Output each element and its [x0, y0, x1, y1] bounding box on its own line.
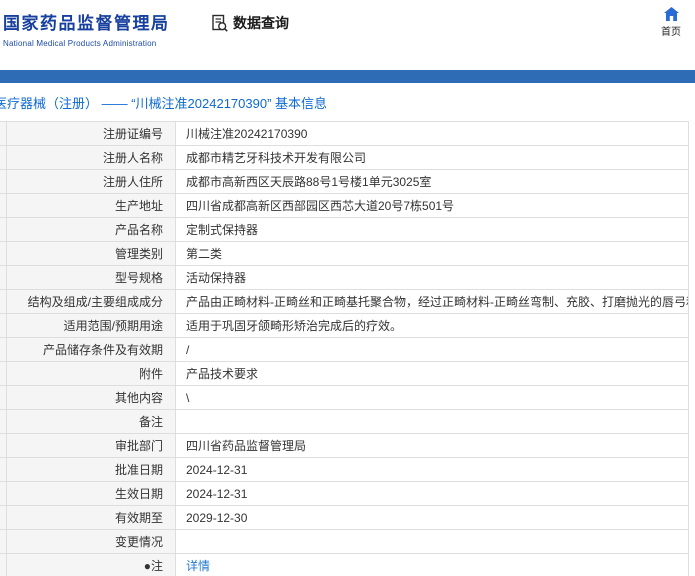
data-query-label: 数据查询 — [233, 15, 289, 31]
row-value: / — [175, 337, 689, 362]
site-logo: 国家药品监督管理局 National Medical Products Admi… — [3, 9, 170, 48]
row-value: 成都市精艺牙科技术开发有限公司 — [175, 145, 689, 170]
row-label: 注册人名称 — [6, 145, 176, 170]
row-label: 产品储存条件及有效期 — [6, 337, 176, 362]
row-value: 川械注准20242170390 — [175, 121, 689, 146]
row-value: 活动保持器 — [175, 265, 689, 290]
row-label: 注册人住所 — [6, 169, 176, 194]
row-label: 附件 — [6, 361, 176, 386]
home-label: 首页 — [661, 27, 681, 38]
row-label: 适用范围/预期用途 — [6, 313, 176, 338]
row-value: 产品技术要求 — [175, 361, 689, 386]
table-row: 适用范围/预期用途 适用于巩固牙颌畸形矫治完成后的疗效。 — [0, 313, 689, 338]
table-row: 有效期至 2029-12-30 — [0, 505, 689, 530]
home-icon — [661, 7, 681, 21]
row-value: 2024-12-31 — [175, 481, 689, 506]
row-value: 成都市高新西区天辰路88号1号楼1单元3025室 — [175, 169, 689, 194]
row-value: 第二类 — [175, 241, 689, 266]
row-value — [175, 409, 689, 434]
row-value: \ — [175, 385, 689, 410]
table-row: 生产地址 四川省成都高新区西部园区西芯大道20号7栋501号 — [0, 193, 689, 218]
nav-data-query[interactable]: 数据查询 — [210, 13, 289, 33]
row-label: 产品名称 — [6, 217, 176, 242]
row-value: 四川省药品监督管理局 — [175, 433, 689, 458]
table-row: 变更情况 — [0, 529, 689, 554]
table-row: 管理类别 第二类 — [0, 241, 689, 266]
row-label: 管理类别 — [6, 241, 176, 266]
row-label: 变更情况 — [6, 529, 176, 554]
table-row: 批准日期 2024-12-31 — [0, 457, 689, 482]
row-label: 结构及组成/主要组成成分 — [6, 289, 176, 314]
table-row: 其他内容 \ — [0, 385, 689, 410]
row-label: 备注 — [6, 409, 176, 434]
table-row: 注册证编号 川械注准20242170390 — [0, 121, 689, 146]
row-value: 详情 — [175, 553, 689, 576]
row-value — [175, 529, 689, 554]
table-row: 附件 产品技术要求 — [0, 361, 689, 386]
org-name-english: National Medical Products Administration — [3, 39, 157, 48]
row-label: 有效期至 — [6, 505, 176, 530]
org-name: 国家药品监督管理局 — [3, 14, 170, 33]
row-value: 四川省成都高新区西部园区西芯大道20号7栋501号 — [175, 193, 689, 218]
top-header: 国家药品监督管理局 National Medical Products Admi… — [0, 0, 695, 70]
row-label: 型号规格 — [6, 265, 176, 290]
data-query-icon — [210, 14, 229, 33]
page-title: 医疗器械（注册） —— “川械注准20242170390” 基本信息 — [0, 96, 328, 111]
table-row: 注册人名称 成都市精艺牙科技术开发有限公司 — [0, 145, 689, 170]
table-row: 结构及组成/主要组成成分 产品由正畸材料-正畸丝和正畸基托聚合物，经过正畸材料-正… — [0, 289, 689, 314]
blue-divider-bar — [0, 70, 695, 83]
row-label: 生效日期 — [6, 481, 176, 506]
home-button[interactable]: 首页 — [661, 7, 681, 38]
info-table-wrap: 注册证编号 川械注准20242170390 注册人名称 成都市精艺牙科技术开发有限公司… — [0, 121, 689, 576]
table-row: 审批部门 四川省药品监督管理局 — [0, 433, 689, 458]
row-value: 2029-12-30 — [175, 505, 689, 530]
registration-info-table: 注册证编号 川械注准20242170390 注册人名称 成都市精艺牙科技术开发有限公司… — [0, 121, 689, 576]
table-row: 生效日期 2024-12-31 — [0, 481, 689, 506]
row-value: 适用于巩固牙颌畸形矫治完成后的疗效。 — [175, 313, 689, 338]
row-value: 2024-12-31 — [175, 457, 689, 482]
table-row: ●注 详情 — [0, 553, 689, 576]
table-row: 备注 — [0, 409, 689, 434]
row-label: ●注 — [6, 553, 176, 576]
row-label: 注册证编号 — [6, 121, 176, 146]
row-label: 审批部门 — [6, 433, 176, 458]
row-value: 产品由正畸材料-正畸丝和正畸基托聚合物，经过正畸材料-正畸丝弯制、充胶、打磨抛光… — [175, 289, 689, 314]
details-link[interactable]: 详情 — [186, 559, 210, 573]
row-label: 生产地址 — [6, 193, 176, 218]
table-row: 产品储存条件及有效期 / — [0, 337, 689, 362]
row-label: 批准日期 — [6, 457, 176, 482]
table-row: 注册人住所 成都市高新西区天辰路88号1号楼1单元3025室 — [0, 169, 689, 194]
row-value: 定制式保持器 — [175, 217, 689, 242]
table-row: 产品名称 定制式保持器 — [0, 217, 689, 242]
row-label: 其他内容 — [6, 385, 176, 410]
table-row: 型号规格 活动保持器 — [0, 265, 689, 290]
